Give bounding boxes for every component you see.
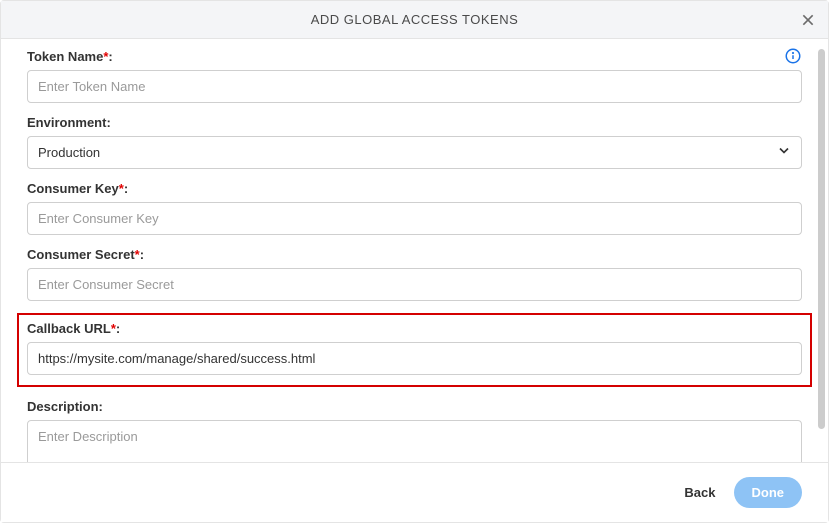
- scrollbar[interactable]: [818, 49, 825, 429]
- dialog-header: ADD GLOBAL ACCESS TOKENS: [1, 1, 828, 39]
- token-name-input[interactable]: [27, 70, 802, 103]
- environment-select[interactable]: Production: [27, 136, 802, 169]
- consumer-secret-input[interactable]: [27, 268, 802, 301]
- done-button[interactable]: Done: [734, 477, 803, 508]
- consumer-key-input[interactable]: [27, 202, 802, 235]
- consumer-secret-group: Consumer Secret*:: [27, 247, 802, 301]
- description-group: Description:: [27, 399, 802, 462]
- description-textarea[interactable]: [27, 420, 802, 462]
- close-button[interactable]: [796, 8, 820, 32]
- consumer-secret-label: Consumer Secret*:: [27, 247, 802, 262]
- consumer-key-group: Consumer Key*:: [27, 181, 802, 235]
- form-scroll-area[interactable]: Token Name*: Environment: Production Con…: [1, 39, 828, 462]
- consumer-key-label: Consumer Key*:: [27, 181, 802, 196]
- close-icon: [800, 12, 816, 28]
- dialog-title: ADD GLOBAL ACCESS TOKENS: [311, 12, 519, 27]
- callback-url-group: Callback URL*:: [17, 313, 812, 387]
- callback-url-label: Callback URL*:: [27, 321, 802, 336]
- dialog-footer: Back Done: [1, 462, 828, 522]
- description-label: Description:: [27, 399, 802, 414]
- environment-group: Environment: Production: [27, 115, 802, 169]
- token-name-label: Token Name*:: [27, 49, 802, 64]
- environment-label: Environment:: [27, 115, 802, 130]
- callback-url-input[interactable]: [27, 342, 802, 375]
- info-icon[interactable]: [784, 47, 802, 65]
- token-name-group: Token Name*:: [27, 49, 802, 103]
- back-button[interactable]: Back: [684, 485, 715, 500]
